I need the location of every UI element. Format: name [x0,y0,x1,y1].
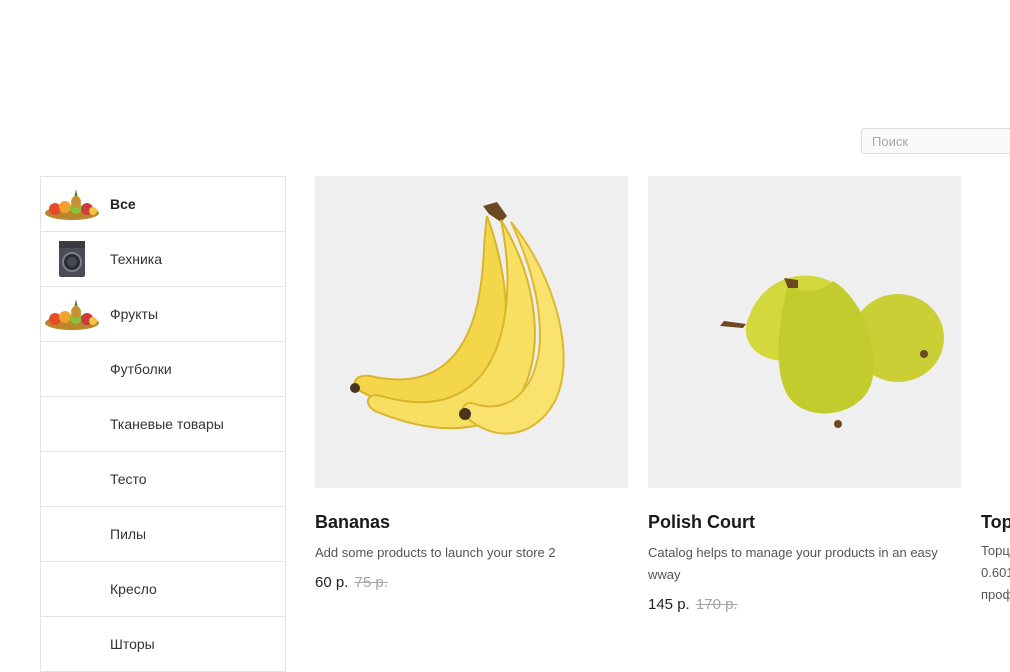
category-sidebar: Все Техника Фрукты Футболки Тканевые тов… [40,176,286,672]
old-price: 170 р. [695,596,738,613]
product-title[interactable]: Polish Court [648,510,961,534]
category-item-fruits[interactable]: Фрукты [41,287,285,342]
description-line: Торц [981,543,1010,558]
pears-image[interactable] [648,176,961,488]
category-label: Техника [110,251,163,267]
bananas-image[interactable] [315,176,628,488]
category-item-armchair[interactable]: Кресло [41,562,285,617]
fruit-basket-icon [43,293,101,335]
product-description: Торц 0.601 проф [981,540,1010,606]
product-price: 60 р. 75 р. [315,574,628,591]
category-label: Футболки [110,361,172,377]
description-line: 0.601 [981,565,1010,580]
category-item-all[interactable]: Все [41,177,285,232]
category-item-fabric[interactable]: Тканевые товары [41,397,285,452]
product-card[interactable]: Topс GDI Торц 0.601 проф [981,176,1010,606]
category-item-tech[interactable]: Техника [41,232,285,287]
old-price: 75 р. [354,574,388,591]
current-price: 60 р. [315,574,349,591]
current-price: 145 р. [648,596,690,613]
product-image[interactable] [981,176,1010,488]
product-card[interactable]: Bananas Add some products to launch your… [315,176,628,591]
product-title[interactable]: Topс GDI [981,510,1010,534]
product-card[interactable]: Polish Court Catalog helps to manage you… [648,176,961,613]
description-line: проф [981,587,1010,602]
search-input[interactable] [861,128,1010,154]
category-label: Тканевые товары [110,416,224,432]
category-label: Кресло [110,581,157,597]
category-item-curtains[interactable]: Шторы [41,617,285,672]
category-item-saws[interactable]: Пилы [41,507,285,562]
product-title[interactable]: Bananas [315,510,628,534]
category-label: Тесто [110,471,147,487]
washing-machine-icon [43,238,101,280]
category-label: Все [110,196,136,212]
category-item-tshirts[interactable]: Футболки [41,342,285,397]
product-description: Add some products to launch your store 2 [315,545,556,560]
fruit-basket-icon [43,183,101,225]
category-item-dough[interactable]: Тесто [41,452,285,507]
category-label: Пилы [110,526,147,542]
product-description: Catalog helps to manage your products in… [648,545,938,582]
category-label: Шторы [110,636,155,652]
product-price: 145 р. 170 р. [648,596,961,613]
category-label: Фрукты [110,306,159,322]
